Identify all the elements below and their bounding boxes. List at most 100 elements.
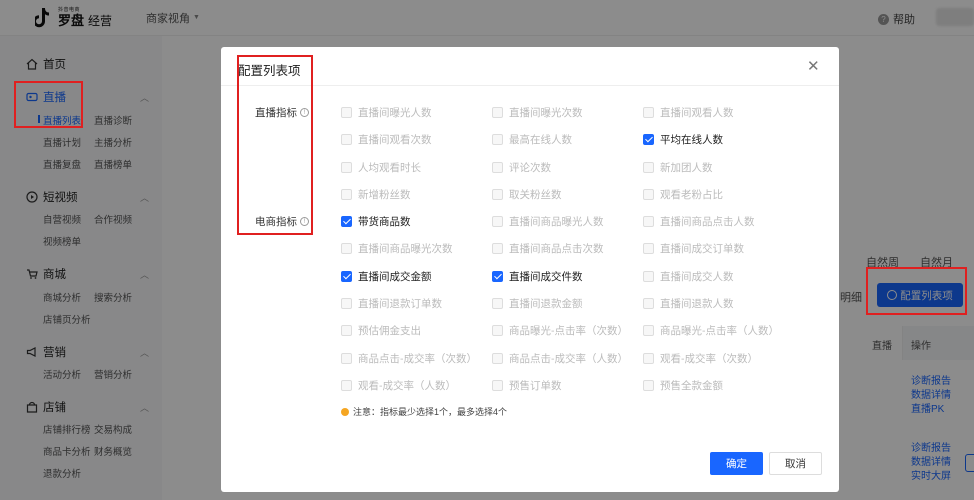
metric-checkbox[interactable]: 取关粉丝数: [492, 187, 562, 202]
metric-label: 直播间商品点击次数: [509, 243, 604, 256]
checkbox-icon[interactable]: [492, 379, 503, 391]
metric-checkbox[interactable]: 观看-成交率（人数）: [341, 378, 456, 393]
metric-checkbox[interactable]: 直播间商品点击次数: [492, 241, 604, 256]
metric-checkbox[interactable]: 直播间曝光次数: [492, 105, 583, 120]
metric-label: 商品点击-成交率（人数）: [509, 352, 628, 365]
metric-checkbox[interactable]: 直播间成交金额: [341, 269, 432, 284]
metric-label: 新加团人数: [660, 161, 713, 174]
checkbox-icon[interactable]: [341, 325, 352, 337]
checkbox-icon[interactable]: [341, 188, 352, 200]
checkbox-icon[interactable]: [341, 243, 352, 255]
metric-checkbox[interactable]: 商品点击-成交率（次数）: [341, 351, 477, 366]
annotation-box-config-button: [866, 267, 967, 315]
metric-label: 观看老粉占比: [660, 188, 723, 201]
checkbox-icon[interactable]: [643, 188, 654, 200]
metric-checkbox[interactable]: 观看-成交率（次数）: [643, 351, 758, 366]
metric-label: 商品曝光-点击率（人数）: [660, 325, 779, 338]
divider: [221, 85, 839, 86]
checkbox-icon[interactable]: [492, 243, 503, 255]
metric-label: 观看-成交率（人数）: [358, 379, 456, 392]
checkbox-icon[interactable]: [643, 325, 654, 337]
checkbox-icon[interactable]: [492, 297, 503, 309]
metric-checkbox[interactable]: 预售全款金额: [643, 378, 723, 393]
checkbox-checked-icon[interactable]: [341, 270, 352, 282]
checkbox-icon[interactable]: [643, 270, 654, 282]
metric-label: 直播间商品点击人数: [660, 216, 755, 228]
metric-checkbox[interactable]: 直播间商品曝光次数: [341, 241, 453, 256]
metric-label: 直播间曝光次数: [509, 107, 583, 119]
metric-label: 最高在线人数: [509, 134, 572, 147]
metric-checkbox[interactable]: 商品曝光-点击率（人数）: [643, 323, 779, 338]
metric-label: 观看-成交率（次数）: [660, 352, 758, 365]
checkbox-icon[interactable]: [643, 161, 654, 173]
metric-label: 商品曝光-点击率（次数）: [509, 325, 628, 338]
metric-label: 评论次数: [509, 161, 551, 174]
metric-label: 带货商品数: [358, 216, 411, 228]
checkbox-icon[interactable]: [492, 325, 503, 337]
metric-label: 直播间退款人数: [660, 297, 734, 310]
metric-checkbox[interactable]: 直播间观看次数: [341, 132, 432, 147]
metric-checkbox[interactable]: 直播间成交订单数: [643, 241, 744, 256]
metric-checkbox[interactable]: 新增粉丝数: [341, 187, 411, 202]
selection-note: 注意：指标最少选择1个，最多选择4个: [341, 405, 507, 418]
checkbox-icon[interactable]: [341, 134, 352, 146]
metric-label: 直播间商品曝光人数: [509, 216, 604, 228]
annotation-box-live-list: [14, 81, 83, 128]
checkbox-icon[interactable]: [492, 216, 503, 227]
metric-checkbox[interactable]: 直播间曝光人数: [341, 105, 432, 120]
metric-checkbox[interactable]: 人均观看时长: [341, 160, 421, 175]
metric-label: 直播间成交订单数: [660, 243, 744, 256]
close-icon[interactable]: ✕: [807, 59, 820, 74]
metric-checkbox[interactable]: 观看老粉占比: [643, 187, 723, 202]
checkbox-icon[interactable]: [492, 161, 503, 173]
cancel-button[interactable]: 取消: [769, 452, 822, 475]
checkbox-icon[interactable]: [643, 216, 654, 227]
warning-dot-icon: [341, 407, 349, 416]
checkbox-icon[interactable]: [643, 352, 654, 364]
metric-checkbox[interactable]: 预估佣金支出: [341, 323, 421, 338]
checkbox-icon[interactable]: [341, 297, 352, 309]
checkbox-checked-icon[interactable]: [643, 134, 654, 146]
metric-checkbox[interactable]: 商品点击-成交率（人数）: [492, 351, 628, 366]
metric-label: 直播间商品曝光次数: [358, 243, 453, 256]
checkbox-icon[interactable]: [492, 352, 503, 364]
metric-checkbox[interactable]: 平均在线人数: [643, 132, 723, 147]
metric-label: 取关粉丝数: [509, 188, 562, 201]
metric-checkbox[interactable]: 直播间成交件数: [492, 269, 583, 284]
metric-checkbox[interactable]: 直播间成交人数: [643, 269, 734, 284]
checkbox-icon[interactable]: [492, 188, 503, 200]
metric-checkbox[interactable]: 直播间退款订单数: [341, 296, 442, 311]
metric-checkbox[interactable]: 带货商品数: [341, 214, 411, 229]
checkbox-icon[interactable]: [492, 134, 503, 146]
checkbox-icon[interactable]: [341, 107, 352, 118]
checkbox-checked-icon[interactable]: [341, 216, 352, 227]
metric-checkbox[interactable]: 最高在线人数: [492, 132, 572, 147]
metric-checkbox[interactable]: 商品曝光-点击率（次数）: [492, 323, 628, 338]
metric-checkbox[interactable]: 评论次数: [492, 160, 551, 175]
metric-label: 新增粉丝数: [358, 188, 411, 201]
metric-label: 直播间成交件数: [509, 270, 583, 283]
metric-label: 直播间退款订单数: [358, 297, 442, 310]
metric-checkbox[interactable]: 新加团人数: [643, 160, 713, 175]
checkbox-icon[interactable]: [341, 379, 352, 391]
metric-label: 商品点击-成交率（次数）: [358, 352, 477, 365]
checkbox-icon[interactable]: [643, 107, 654, 118]
checkbox-icon[interactable]: [643, 243, 654, 255]
checkbox-icon[interactable]: [643, 297, 654, 309]
checkbox-icon[interactable]: [341, 352, 352, 364]
confirm-button[interactable]: 确定: [710, 452, 763, 475]
checkbox-icon[interactable]: [643, 379, 654, 391]
metric-label: 预售全款金额: [660, 379, 723, 392]
metric-checkbox[interactable]: 直播间商品点击人数: [643, 214, 755, 229]
annotation-box-modal-labels: [237, 55, 313, 235]
metric-checkbox[interactable]: 直播间商品曝光人数: [492, 214, 604, 229]
metric-label: 人均观看时长: [358, 161, 421, 174]
metric-checkbox[interactable]: 预售订单数: [492, 378, 562, 393]
checkbox-icon[interactable]: [341, 161, 352, 173]
metric-checkbox[interactable]: 直播间退款人数: [643, 296, 734, 311]
metric-checkbox[interactable]: 直播间观看人数: [643, 105, 734, 120]
metric-checkbox[interactable]: 直播间退款金额: [492, 296, 583, 311]
checkbox-checked-icon[interactable]: [492, 270, 503, 282]
checkbox-icon[interactable]: [492, 107, 503, 118]
metric-label: 平均在线人数: [660, 134, 723, 147]
